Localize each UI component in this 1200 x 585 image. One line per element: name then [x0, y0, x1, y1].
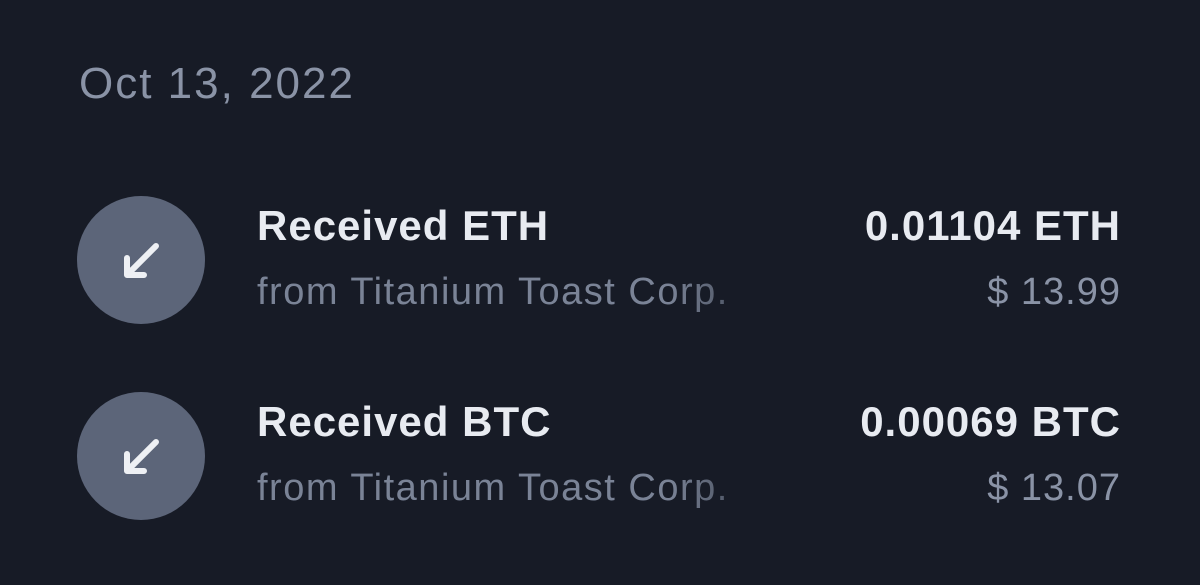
transaction-title: Received BTC: [257, 398, 552, 445]
transaction-row-eth[interactable]: Received ETH from Titanium Toast Corp. 0…: [0, 196, 1200, 326]
transaction-fiat-amount: $ 13.99: [987, 271, 1121, 313]
transaction-sender: from Titanium Toast Corp.: [257, 271, 729, 313]
received-icon-badge: [77, 392, 205, 520]
transaction-title: Received ETH: [257, 202, 550, 249]
date-header: Oct 13, 2022: [79, 59, 355, 108]
transaction-sender: from Titanium Toast Corp.: [257, 467, 729, 509]
transaction-row-btc[interactable]: Received BTC from Titanium Toast Corp. 0…: [0, 392, 1200, 522]
transaction-crypto-amount: 0.01104 ETH: [864, 202, 1121, 249]
transaction-fiat-amount: $ 13.07: [987, 467, 1121, 509]
arrow-down-left-icon: [124, 439, 159, 474]
received-icon-badge: [77, 196, 205, 324]
arrow-down-left-icon: [124, 243, 159, 278]
transaction-crypto-amount: 0.00069 BTC: [860, 398, 1121, 445]
